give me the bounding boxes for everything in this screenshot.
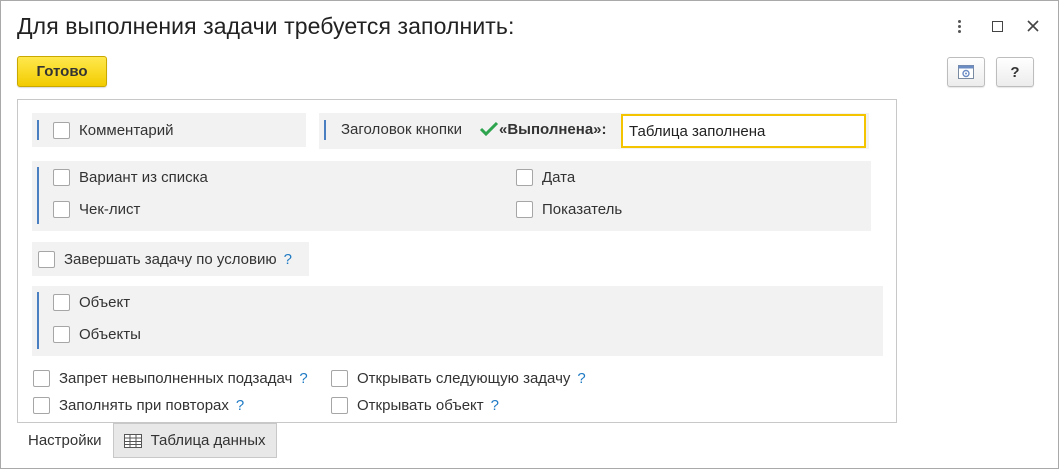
finish-condition-option[interactable]: Завершать задачу по условию ? [38, 248, 292, 270]
button-caption-label: Заголовок кнопки [341, 121, 462, 138]
open-object-label: Открывать объект [357, 396, 484, 414]
window-title: Для выполнения задачи требуется заполнит… [17, 13, 515, 39]
finish-condition-label: Завершать задачу по условию [64, 250, 277, 268]
checklist-option[interactable]: Чек-лист [53, 198, 140, 220]
fill-on-repeat-label: Заполнять при повторах [59, 396, 229, 414]
data-types-group: Вариант из списка Чек-лист Дата Показате… [32, 161, 871, 231]
open-object-option[interactable]: Открывать объект ? [331, 394, 499, 416]
forbid-unfinished-option[interactable]: Запрет невыполненных подзадач ? [33, 367, 308, 389]
finish-condition-group: Завершать задачу по условию ? [32, 242, 309, 276]
bottom-tabs: Настройки Таблица данных [17, 423, 277, 459]
open-next-task-checkbox[interactable] [331, 369, 348, 387]
open-next-task-label: Открывать следующую задачу [357, 369, 571, 387]
comment-checkbox[interactable] [53, 121, 70, 139]
group-marker [37, 167, 39, 224]
objects-group: Объект Объекты [32, 286, 883, 356]
tab-settings-label: Настройки [28, 432, 102, 449]
button-caption-input[interactable] [621, 114, 866, 148]
tab-data-table[interactable]: Таблица данных [112, 423, 277, 458]
group-marker [37, 120, 39, 140]
list-option-label: Вариант из списка [79, 168, 208, 186]
forbid-unfinished-help[interactable]: ? [299, 370, 307, 387]
open-object-help[interactable]: ? [491, 397, 499, 414]
maximize-icon [991, 20, 1003, 32]
more-actions-button[interactable] [947, 13, 971, 39]
table-icon [123, 433, 142, 448]
close-button[interactable] [1021, 13, 1045, 39]
tab-data-table-label: Таблица данных [150, 432, 266, 449]
more-vertical-icon [957, 19, 961, 33]
form-settings-icon [958, 65, 974, 79]
fill-on-repeat-help[interactable]: ? [236, 397, 244, 414]
forbid-unfinished-checkbox[interactable] [33, 369, 50, 387]
list-option-checkbox[interactable] [53, 168, 70, 186]
open-object-checkbox[interactable] [331, 396, 348, 414]
fill-on-repeat-checkbox[interactable] [33, 396, 50, 414]
comment-label: Комментарий [79, 121, 174, 139]
tab-settings[interactable]: Настройки [17, 423, 113, 458]
indicator-label: Показатель [542, 200, 623, 218]
date-checkbox[interactable] [516, 168, 533, 186]
objects-option[interactable]: Объекты [53, 323, 141, 345]
form-settings-button[interactable] [947, 57, 985, 87]
checklist-checkbox[interactable] [53, 200, 70, 218]
checklist-label: Чек-лист [79, 200, 141, 218]
object-checkbox[interactable] [53, 293, 70, 311]
comment-option[interactable]: Комментарий [53, 119, 173, 141]
objects-checkbox[interactable] [53, 325, 70, 343]
forbid-unfinished-label: Запрет невыполненных подзадач [59, 369, 293, 387]
done-button[interactable]: Готово [17, 56, 107, 87]
finish-condition-help[interactable]: ? [284, 251, 292, 268]
checkmark-icon [479, 121, 499, 137]
group-marker [37, 292, 39, 349]
object-label: Объект [79, 293, 131, 311]
comment-group: Комментарий [32, 113, 306, 147]
object-option[interactable]: Объект [53, 291, 130, 313]
objects-label: Объекты [79, 325, 141, 343]
open-next-task-option[interactable]: Открывать следующую задачу ? [331, 367, 586, 389]
group-marker [324, 120, 326, 140]
help-button[interactable]: ? [996, 57, 1034, 87]
indicator-option[interactable]: Показатель [516, 198, 622, 220]
settings-panel: Комментарий Заголовок кнопки «Выполнена»… [17, 99, 897, 423]
task-requirements-window: Для выполнения задачи требуется заполнит… [0, 0, 1059, 469]
close-icon [1027, 20, 1039, 32]
list-option[interactable]: Вариант из списка [53, 166, 208, 188]
date-label: Дата [542, 168, 576, 186]
indicator-checkbox[interactable] [516, 200, 533, 218]
open-next-task-help[interactable]: ? [577, 370, 585, 387]
finish-condition-checkbox[interactable] [38, 250, 55, 268]
done-caption-label: «Выполнена»: [499, 121, 607, 138]
maximize-button[interactable] [985, 13, 1009, 39]
date-option[interactable]: Дата [516, 166, 575, 188]
fill-on-repeat-option[interactable]: Заполнять при повторах ? [33, 394, 244, 416]
